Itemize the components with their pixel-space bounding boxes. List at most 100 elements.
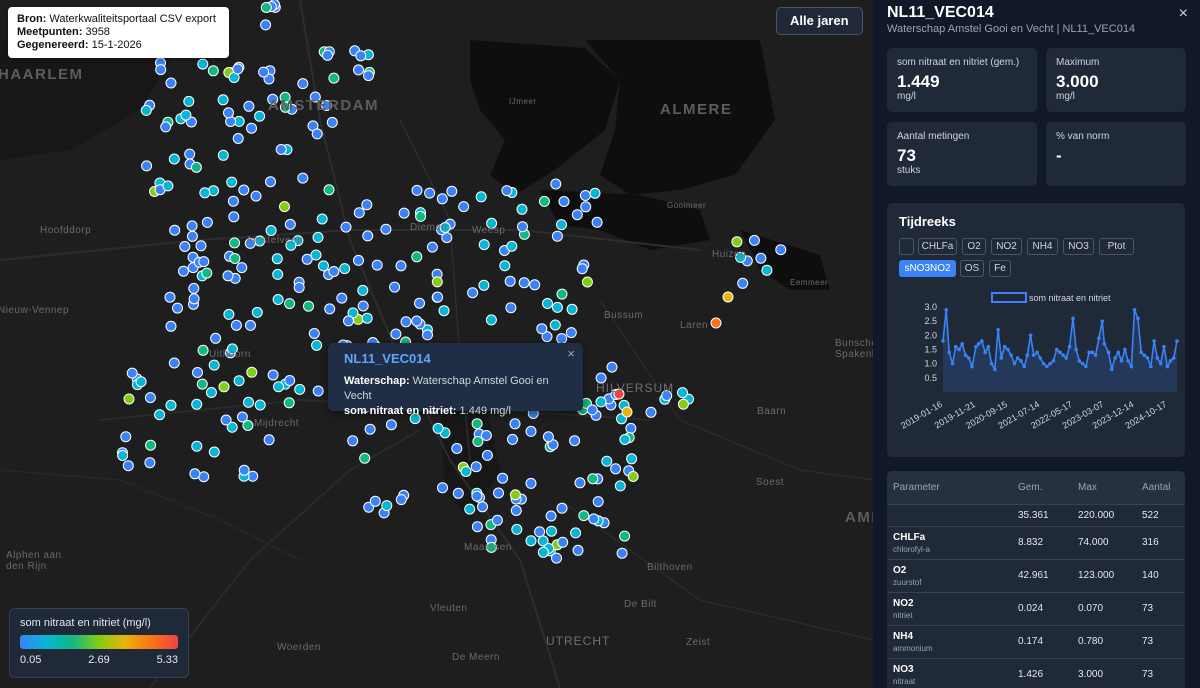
measurement-point[interactable] [186, 220, 198, 232]
measurement-point[interactable] [710, 317, 722, 329]
measurement-point[interactable] [230, 319, 242, 331]
measurement-point[interactable] [120, 431, 132, 443]
measurement-point[interactable] [579, 190, 591, 201]
measurement-point[interactable] [190, 161, 202, 173]
measurement-point[interactable] [162, 180, 174, 192]
measurement-point[interactable] [437, 482, 448, 494]
col-header-count[interactable]: Aantal [1136, 471, 1185, 505]
measurement-point[interactable] [284, 298, 296, 310]
measurement-point[interactable] [195, 240, 207, 252]
measurement-point[interactable] [722, 291, 734, 303]
measurement-point[interactable] [179, 241, 191, 252]
measurement-point[interactable] [361, 312, 373, 324]
measurement-point[interactable] [311, 339, 323, 351]
measurement-point[interactable] [395, 260, 407, 272]
measurement-point[interactable] [205, 387, 217, 398]
popup-close-icon[interactable]: × [567, 346, 575, 361]
measurement-point[interactable] [243, 100, 255, 112]
measurement-point[interactable] [558, 196, 570, 207]
measurement-point[interactable] [140, 104, 152, 116]
measurement-point[interactable] [471, 521, 483, 533]
measurement-point[interactable] [222, 270, 234, 282]
measurement-point[interactable] [238, 464, 250, 476]
measurement-point[interactable] [254, 399, 266, 411]
measurement-point[interactable] [272, 294, 284, 305]
measurement-point[interactable] [411, 184, 423, 196]
col-header-avg[interactable]: Gem. [1012, 471, 1072, 505]
popup-title[interactable]: NL11_VEC014 [344, 351, 567, 366]
measurement-point[interactable] [775, 244, 787, 256]
measurement-point[interactable] [246, 122, 257, 134]
measurement-point[interactable] [525, 425, 537, 437]
measurement-point[interactable] [748, 234, 760, 246]
measurement-point[interactable] [432, 291, 444, 303]
measurement-point[interactable] [267, 369, 279, 381]
measurement-point[interactable] [475, 191, 487, 203]
measurement-point[interactable] [364, 423, 376, 435]
measurement-point[interactable] [369, 495, 381, 507]
measurement-point[interactable] [415, 210, 427, 222]
measurement-point[interactable] [451, 443, 463, 454]
param-chip-sno3no2[interactable]: sNO3NO2 [899, 260, 956, 277]
measurement-point[interactable] [198, 256, 210, 268]
measurement-point[interactable] [227, 195, 239, 207]
measurement-point[interactable] [353, 64, 364, 76]
measurement-point[interactable] [737, 277, 749, 289]
measurement-point[interactable] [537, 546, 549, 558]
measurement-point[interactable] [232, 63, 244, 75]
measurement-point[interactable] [569, 435, 581, 447]
measurement-point[interactable] [580, 201, 592, 213]
measurement-point[interactable] [414, 297, 425, 309]
measurement-point[interactable] [229, 237, 240, 249]
measurement-point[interactable] [279, 201, 290, 213]
measurement-point[interactable] [571, 209, 583, 221]
measurement-point[interactable] [551, 552, 562, 564]
measurement-point[interactable] [293, 282, 305, 293]
measurement-point[interactable] [504, 275, 516, 287]
measurement-point[interactable] [574, 477, 586, 489]
measurement-point[interactable] [328, 266, 340, 277]
measurement-point[interactable] [273, 381, 284, 393]
measurement-point[interactable] [400, 316, 412, 328]
measurement-point[interactable] [318, 260, 329, 272]
measurement-point[interactable] [550, 178, 562, 190]
measurement-point[interactable] [566, 303, 578, 315]
measurement-point[interactable] [645, 406, 657, 418]
measurement-point[interactable] [238, 184, 250, 196]
measurement-point[interactable] [191, 398, 203, 410]
measurement-point[interactable] [188, 282, 200, 294]
measurement-point[interactable] [616, 547, 628, 559]
measurement-point[interactable] [217, 149, 229, 161]
table-row[interactable]: CHLFa chlorofyl-a 8.832 74.000 316 [887, 526, 1185, 560]
measurement-point[interactable] [505, 302, 517, 314]
measurement-point[interactable] [165, 399, 177, 411]
measurement-point[interactable] [258, 66, 270, 78]
measurement-point[interactable] [251, 306, 263, 318]
measurement-point[interactable] [755, 252, 767, 264]
measurement-point[interactable] [581, 276, 593, 288]
measurement-point[interactable] [141, 160, 153, 172]
measurement-point[interactable] [497, 472, 509, 484]
measurement-point[interactable] [144, 392, 156, 404]
param-chip-no3[interactable]: NO3 [1063, 238, 1094, 255]
measurement-point[interactable] [245, 319, 256, 331]
measurement-point[interactable] [229, 253, 241, 264]
measurement-point[interactable] [385, 419, 397, 431]
measurement-point[interactable] [621, 406, 633, 418]
measurement-point[interactable] [164, 291, 176, 303]
measurement-point[interactable] [336, 292, 348, 304]
measurement-point[interactable] [390, 328, 402, 340]
map[interactable]: HAARLEM AMSTERDAM ALMERE Hoofddorp Amste… [0, 0, 873, 688]
measurement-point[interactable] [297, 172, 309, 184]
measurement-point[interactable] [467, 287, 479, 299]
measurement-point[interactable] [197, 344, 209, 356]
sidebar-close-icon[interactable]: × [1179, 5, 1188, 23]
measurement-point[interactable] [183, 95, 195, 107]
measurement-point[interactable] [511, 523, 523, 535]
measurement-point[interactable] [218, 381, 230, 393]
measurement-point[interactable] [614, 480, 626, 492]
measurement-point[interactable] [316, 213, 328, 225]
measurement-point[interactable] [135, 376, 147, 388]
measurement-point[interactable] [184, 148, 196, 160]
measurement-point[interactable] [556, 288, 568, 300]
